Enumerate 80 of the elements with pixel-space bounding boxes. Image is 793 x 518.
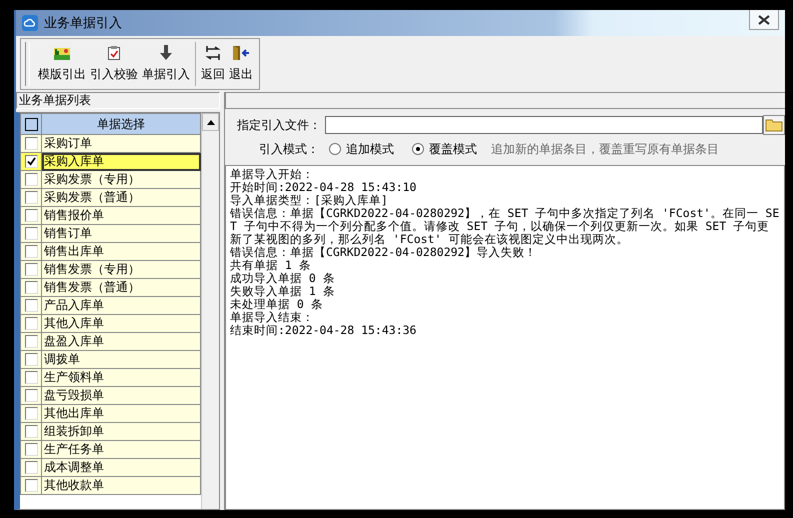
file-path-field[interactable] [325, 116, 763, 134]
cloud-icon [22, 15, 38, 31]
list-item[interactable]: 盘盈入库单 [42, 333, 201, 351]
log-line: 失败导入单据 1 条 [230, 285, 336, 298]
log-line: 错误信息：单据【CGRKD2022-04-0280292】，在 SET 子句中多次指定了列名 'FCost'。在同一 SET 子句中不得为一个列分配多个值。请修改 SET 子句，以确保一个列仅更新一次。如果 SET 子句更新了某视图的多列，那么列名 'FCost' 可能会在该视图定义中出现两次。 [230, 207, 780, 246]
checkbox[interactable] [24, 173, 38, 186]
checkbox[interactable] [24, 227, 38, 240]
log-line: 单据导入结束： [230, 311, 315, 324]
log-line: 未处理单据 0 条 [230, 298, 324, 311]
close-icon [758, 14, 770, 24]
list-item[interactable]: 盘亏毁损单 [42, 387, 201, 405]
checkbox[interactable] [24, 335, 38, 348]
checkbox[interactable] [24, 299, 38, 312]
select-all-checkbox[interactable] [24, 118, 38, 130]
field-label: 指定引入文件： [237, 116, 321, 134]
checkbox[interactable] [24, 461, 38, 474]
scroll-up-button[interactable] [202, 113, 219, 131]
radio-button[interactable] [329, 143, 341, 155]
list-item[interactable]: 销售发票（专用） [42, 261, 201, 279]
log-line: 错误信息：单据【CGRKD2022-04-0280292】导入失败！ [230, 246, 538, 259]
checkbox[interactable] [24, 425, 38, 438]
exit-door-icon [232, 44, 250, 61]
down-arrow-icon [159, 44, 173, 61]
list-item[interactable]: 生产领料单 [42, 369, 201, 387]
list-item[interactable]: 销售出库单 [42, 243, 201, 261]
panel-title: 业务单据列表 [16, 92, 220, 109]
list-item[interactable]: 其他收款单 [42, 477, 201, 495]
field-label: 引入模式： [259, 140, 319, 158]
list-item[interactable]: 生产任务单 [42, 441, 201, 459]
log-line: 单据导入开始： [230, 168, 315, 181]
toolbar-button[interactable]: 引入校验 [88, 42, 140, 86]
toolbar-button[interactable]: 返回 [199, 42, 227, 86]
checkbox[interactable] [24, 245, 38, 258]
radio-button[interactable] [412, 143, 424, 155]
toolbar-button[interactable]: 退出 [227, 42, 255, 86]
checkbox[interactable] [24, 155, 38, 168]
log-line: 成功导入单据 0 条 [230, 272, 336, 285]
checkbox[interactable] [24, 389, 38, 402]
column-header: 单据选择 [42, 113, 201, 135]
log-line: 导入单据类型：[采购入库单] [230, 194, 389, 207]
checkbox[interactable] [24, 479, 38, 492]
list-item[interactable]: 组装拆卸单 [42, 423, 201, 441]
log-line: 开始时间:2022-04-28 15:43:10 [230, 181, 418, 194]
checkbox[interactable] [24, 407, 38, 420]
checkbox[interactable] [24, 191, 38, 204]
folder-icon [765, 118, 783, 132]
radio-option[interactable]: 追加模式 [329, 140, 394, 158]
checkbox[interactable] [24, 353, 38, 366]
checkbox[interactable] [24, 371, 38, 384]
browse-button[interactable] [763, 115, 785, 135]
list-item[interactable]: 调拨单 [42, 351, 201, 369]
checkbox[interactable] [24, 263, 38, 276]
list-item[interactable]: 采购发票（专用） [42, 171, 201, 189]
toolbar-button[interactable]: 模版引出 [36, 42, 88, 86]
list-item[interactable]: 采购入库单 [42, 153, 201, 171]
list-item[interactable]: 采购订单 [42, 135, 201, 153]
hint-text: 追加新的单据条目，覆盖重写原有单据条目 [491, 140, 719, 158]
list-item[interactable]: 采购发票（普通） [42, 189, 201, 207]
list-item[interactable]: 销售报价单 [42, 207, 201, 225]
toolbar-button[interactable]: 单据引入 [140, 42, 192, 86]
close-button[interactable] [749, 10, 779, 30]
radio-option[interactable]: 覆盖模式 [412, 140, 477, 158]
clipboard-check-icon [107, 44, 121, 61]
list-item[interactable]: 产品入库单 [42, 297, 201, 315]
list-item[interactable]: 成本调整单 [42, 459, 201, 477]
checkbox[interactable] [24, 281, 38, 294]
up-arrow-icon [206, 120, 214, 124]
list-item[interactable]: 其他出库单 [42, 405, 201, 423]
window-title: 业务单据引入 [44, 15, 122, 32]
list-item[interactable]: 销售订单 [42, 225, 201, 243]
swap-arrows-icon [205, 44, 221, 61]
list-item[interactable]: 其他入库单 [42, 315, 201, 333]
checkbox[interactable] [24, 443, 38, 456]
checkbox[interactable] [24, 317, 38, 330]
scrollbar[interactable] [201, 113, 219, 509]
log-line: 结束时间:2022-04-28 15:43:36 [230, 324, 418, 337]
list-item[interactable]: 销售发票（普通） [42, 279, 201, 297]
checkbox[interactable] [24, 209, 38, 222]
checkbox[interactable] [24, 137, 38, 150]
log-line: 共有单据 1 条 [230, 259, 312, 272]
